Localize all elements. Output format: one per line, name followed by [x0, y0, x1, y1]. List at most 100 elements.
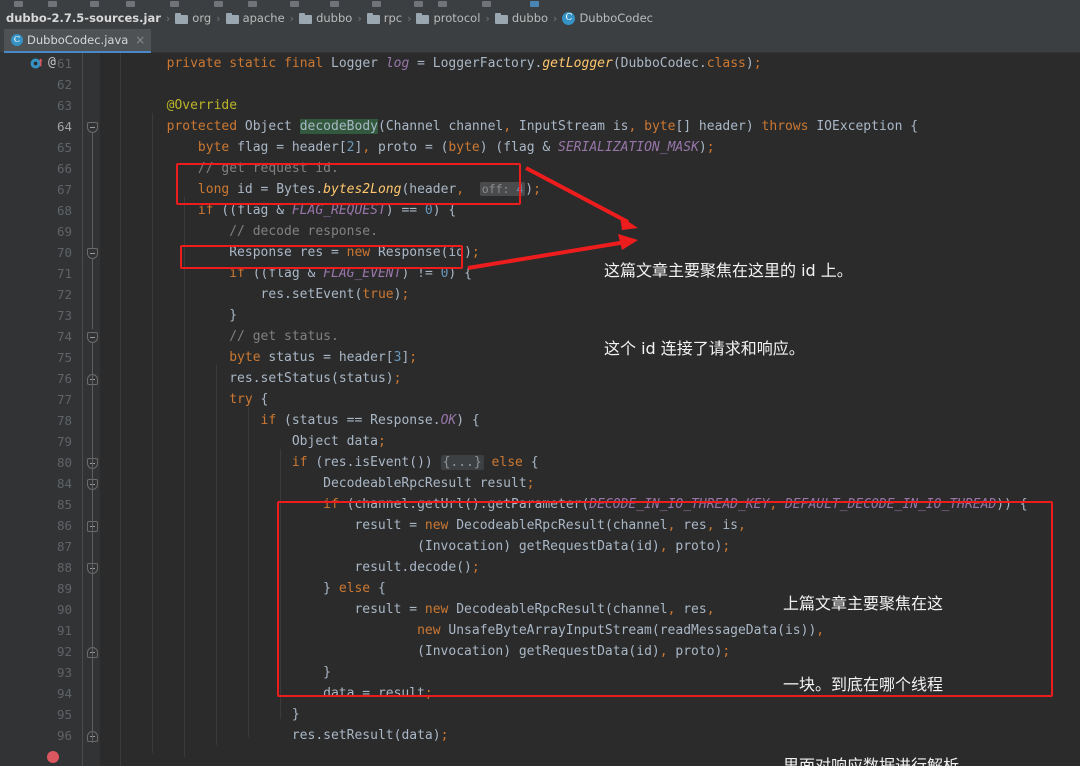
- line-number: 79: [56, 434, 72, 449]
- code-line-text: private static final Logger log = Logger…: [166, 56, 762, 71]
- breadcrumb-item-protocol[interactable]: protocol: [416, 11, 480, 25]
- code-line[interactable]: try {: [100, 389, 1080, 410]
- folder-icon: [366, 12, 380, 24]
- code-line[interactable]: Object data;: [100, 431, 1080, 452]
- breadcrumb-item-rpc[interactable]: rpc: [366, 11, 402, 25]
- gutter-line[interactable]: 78: [0, 410, 82, 431]
- breadcrumb-item-apache[interactable]: apache: [225, 11, 285, 25]
- folder-icon: [494, 12, 508, 24]
- gutter-line[interactable]: 71: [0, 263, 82, 284]
- gutter-line[interactable]: 94: [0, 683, 82, 704]
- breakpoint-icon[interactable]: [47, 751, 59, 763]
- code-line-text: if (res.isEvent()) {...} else {: [291, 455, 539, 470]
- code-line-text: Response res = new Response(id);: [229, 245, 480, 260]
- code-line[interactable]: // get request id.: [100, 158, 1080, 179]
- gutter-line[interactable]: 76: [0, 368, 82, 389]
- gutter-line[interactable]: 66: [0, 158, 82, 179]
- breadcrumb-item-dubbo[interactable]: dubbo: [299, 11, 352, 25]
- gutter-line[interactable]: 91: [0, 620, 82, 641]
- fold-toggle-icon[interactable]: [87, 248, 98, 259]
- gutter-line[interactable]: 89: [0, 578, 82, 599]
- editor-tab-bar: C DubboCodec.java ×: [0, 29, 1080, 53]
- breadcrumb: dubbo-2.7.5-sources.jar › org › apache ›…: [0, 7, 1080, 29]
- gutter-line[interactable]: 93: [0, 662, 82, 683]
- ide-window: dubbo-2.7.5-sources.jar › org › apache ›…: [0, 0, 1080, 766]
- breadcrumb-item-class[interactable]: C DubboCodec: [562, 11, 653, 25]
- code-line[interactable]: if ((flag & FLAG_REQUEST) == 0) {: [100, 200, 1080, 221]
- line-number: 69: [56, 224, 72, 239]
- fold-toggle-icon[interactable]: [87, 332, 98, 343]
- breadcrumb-item-jar[interactable]: dubbo-2.7.5-sources.jar: [6, 11, 161, 25]
- fold-toggle-icon[interactable]: [87, 122, 98, 133]
- tab-dubbocodec-java[interactable]: C DubboCodec.java ×: [4, 29, 152, 53]
- gutter-line[interactable]: 80: [0, 452, 82, 473]
- code-line[interactable]: res.setEvent(true);: [100, 284, 1080, 305]
- code-line[interactable]: DecodeableRpcResult result;: [100, 473, 1080, 494]
- annotation-marker-icon[interactable]: @: [48, 55, 56, 70]
- code-line-text: }: [291, 707, 300, 722]
- code-line-text: long id = Bytes.bytes2Long(header, off: …: [197, 182, 541, 197]
- gutter-line[interactable]: 65: [0, 137, 82, 158]
- gutter-line[interactable]: 72: [0, 284, 82, 305]
- gutter-line[interactable]: 70: [0, 242, 82, 263]
- code-line[interactable]: long id = Bytes.bytes2Long(header, off: …: [100, 179, 1080, 200]
- gutter-line[interactable]: 62: [0, 74, 82, 95]
- breadcrumb-item-dubbo-2[interactable]: dubbo: [494, 11, 549, 25]
- line-number: 77: [56, 392, 72, 407]
- annotation-note-1: 这篇文章主要聚焦在这里的 id 上。 这个 id 连接了请求和响应。: [604, 206, 853, 414]
- line-number: 66: [56, 161, 72, 176]
- override-method-icon[interactable]: [30, 57, 43, 70]
- close-icon[interactable]: ×: [135, 34, 145, 46]
- code-line[interactable]: result = new DecodeableRpcResult(channel…: [100, 515, 1080, 536]
- code-line-text: result.decode();: [354, 560, 480, 575]
- gutter-line[interactable]: 69: [0, 221, 82, 242]
- code-line[interactable]: byte status = header[3];: [100, 347, 1080, 368]
- gutter-line[interactable]: 75: [0, 347, 82, 368]
- code-line[interactable]: if ((flag & FLAG_EVENT) != 0) {: [100, 263, 1080, 284]
- gutter-line[interactable]: 95: [0, 704, 82, 725]
- gutter-line[interactable]: 64: [0, 116, 82, 137]
- code-folding-column[interactable]: [82, 53, 100, 766]
- breadcrumb-separator: ›: [485, 11, 490, 25]
- code-line[interactable]: if (channel.getUrl().getParameter(DECODE…: [100, 494, 1080, 515]
- gutter-line[interactable]: 67: [0, 179, 82, 200]
- code-line[interactable]: @Override: [100, 95, 1080, 116]
- code-line[interactable]: res.setStatus(status);: [100, 368, 1080, 389]
- code-line[interactable]: [100, 74, 1080, 95]
- code-line[interactable]: if (status == Response.OK) {: [100, 410, 1080, 431]
- gutter-line[interactable]: 86: [0, 515, 82, 536]
- gutter-line[interactable]: 84: [0, 473, 82, 494]
- gutter-line[interactable]: 87: [0, 536, 82, 557]
- gutter-line[interactable]: 63: [0, 95, 82, 116]
- code-line[interactable]: // decode response.: [100, 221, 1080, 242]
- folder-icon: [225, 12, 239, 24]
- code-line[interactable]: Response res = new Response(id);: [100, 242, 1080, 263]
- gutter-line[interactable]: 90: [0, 599, 82, 620]
- line-number: 76: [56, 371, 72, 386]
- code-line[interactable]: }: [100, 305, 1080, 326]
- folded-code-placeholder[interactable]: {...}: [440, 455, 484, 470]
- gutter-line[interactable]: 77: [0, 389, 82, 410]
- gutter-line[interactable]: 96: [0, 725, 82, 746]
- gutter-line[interactable]: 73: [0, 305, 82, 326]
- breadcrumb-item-org[interactable]: org: [175, 11, 211, 25]
- code-line-text: (Invocation) getRequestData(id), proto);: [417, 644, 731, 659]
- code-line[interactable]: protected Object decodeBody(Channel chan…: [100, 116, 1080, 137]
- code-line[interactable]: private static final Logger log = Logger…: [100, 53, 1080, 74]
- gutter-line[interactable]: 79: [0, 431, 82, 452]
- gutter-line[interactable]: 88: [0, 557, 82, 578]
- code-line-text: // get status.: [104, 329, 339, 344]
- gutter-line[interactable]: 74: [0, 326, 82, 347]
- line-number: 93: [56, 665, 72, 680]
- gutter-line[interactable]: 92: [0, 641, 82, 662]
- code-line[interactable]: byte flag = header[2], proto = (byte) (f…: [100, 137, 1080, 158]
- line-number-gutter[interactable]: 61 62 63 64 65 66 67 68 69 70 71 72 73 74 75 76 77 78 79 80…: [0, 53, 82, 766]
- breadcrumb-item-label: dubbo: [511, 11, 549, 25]
- code-line[interactable]: // get status.: [100, 326, 1080, 347]
- gutter-line[interactable]: 68: [0, 200, 82, 221]
- line-number: 94: [56, 686, 72, 701]
- breadcrumb-item-label: org: [192, 11, 212, 25]
- gutter-line[interactable]: 85: [0, 494, 82, 515]
- toolbar-strip: [0, 0, 1080, 7]
- code-line[interactable]: if (res.isEvent()) {...} else {: [100, 452, 1080, 473]
